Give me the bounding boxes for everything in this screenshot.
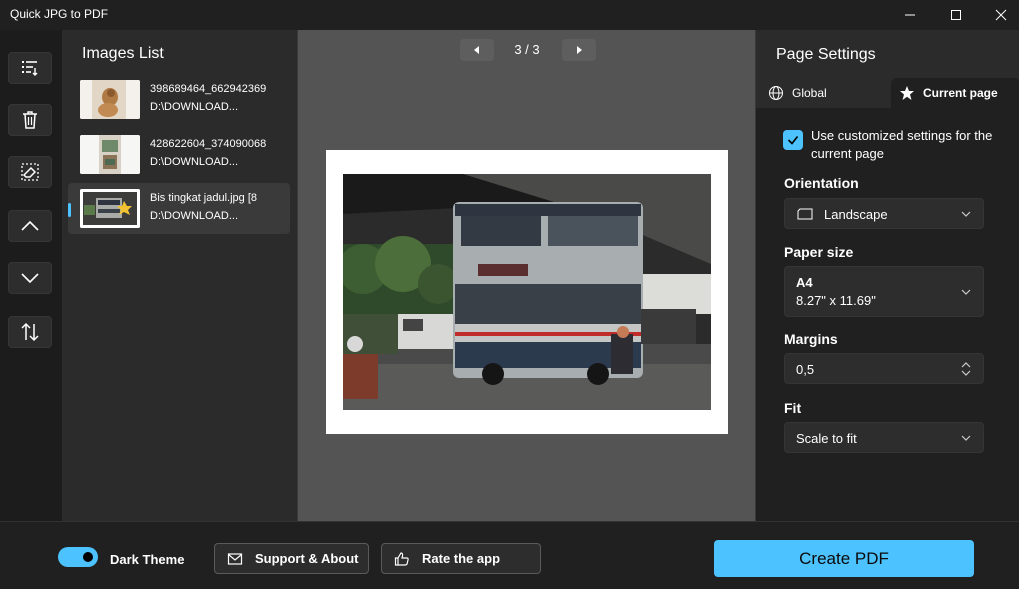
fit-value: Scale to fit [796, 431, 857, 446]
move-up-button[interactable] [8, 210, 52, 242]
checkmark-icon [787, 136, 799, 145]
next-icon [577, 46, 582, 54]
sort-button[interactable] [8, 316, 52, 348]
delete-icon [23, 111, 37, 129]
rate-app-button[interactable]: Rate the app [381, 543, 541, 574]
custom-settings-checkbox[interactable] [783, 130, 803, 150]
paper-size-dimensions: 8.27" x 11.69" [796, 293, 876, 308]
create-pdf-button[interactable]: Create PDF [714, 540, 974, 577]
image-name: Bis tingkat jadul.jpg [8 [150, 192, 258, 204]
paper-size-value: A4 [796, 275, 813, 290]
fit-label: Fit [784, 400, 802, 416]
sort-icon [21, 322, 39, 342]
list-options-button[interactable] [8, 52, 52, 84]
thumbs-up-icon [394, 551, 409, 566]
image-thumbnail [80, 135, 140, 174]
maximize-icon [951, 10, 961, 20]
selection-indicator [68, 203, 71, 217]
dark-theme-label: Dark Theme [110, 552, 185, 567]
images-list-panel: Images List 398689464_662942369 D:\DOWNL… [62, 30, 297, 521]
title-bar: Quick JPG to PDF [0, 0, 1019, 30]
bottom-bar: Dark Theme Support & About Rate the app … [0, 521, 1019, 589]
image-path: D:\DOWNLOAD... [150, 101, 239, 113]
tab-current-page[interactable]: Current page [891, 78, 1019, 108]
page-settings-panel: Page Settings Global Current page Use cu… [755, 30, 1019, 521]
dark-theme-toggle[interactable] [58, 547, 98, 567]
images-list-title: Images List [82, 45, 164, 62]
support-about-label: Support & About [255, 551, 359, 566]
orientation-value: Landscape [824, 207, 888, 222]
image-name: 428622604_374090068 [150, 138, 267, 150]
left-toolbar [0, 30, 62, 521]
image-preview [343, 174, 711, 410]
margins-input[interactable]: 0,5 [784, 353, 984, 384]
star-icon [900, 86, 914, 100]
tab-global[interactable]: Global [768, 78, 888, 108]
image-path: D:\DOWNLOAD... [150, 156, 239, 168]
list-item[interactable]: 428622604_374090068 D:\DOWNLOAD... [68, 129, 290, 180]
image-thumbnail [80, 80, 140, 119]
page-landscape-icon [797, 208, 813, 220]
settings-body: Use customized settings for the current … [756, 108, 1019, 521]
custom-settings-label: Use customized settings for the current … [811, 128, 993, 161]
tab-global-label: Global [792, 86, 827, 100]
image-path: D:\DOWNLOAD... [150, 210, 239, 222]
preview-area: 3 / 3 [297, 30, 755, 521]
close-button[interactable] [978, 0, 1019, 30]
mail-icon [227, 552, 243, 565]
up-down-icon [961, 361, 971, 376]
list-item-selected[interactable]: Bis tingkat jadul.jpg [8 D:\DOWNLOAD... [68, 183, 290, 234]
minimize-icon [905, 14, 915, 16]
image-name: 398689464_662942369 [150, 83, 267, 95]
paper-size-label: Paper size [784, 244, 854, 260]
move-up-icon [21, 220, 39, 231]
rate-app-label: Rate the app [422, 551, 501, 566]
orientation-label: Orientation [784, 175, 859, 191]
tab-current-page-label: Current page [923, 86, 998, 100]
list-item[interactable]: 398689464_662942369 D:\DOWNLOAD... [68, 74, 290, 125]
eraser-icon [21, 163, 39, 181]
support-about-button[interactable]: Support & About [214, 543, 369, 574]
move-down-button[interactable] [8, 262, 52, 294]
delete-button[interactable] [8, 104, 52, 136]
chevron-down-icon [961, 211, 971, 217]
previous-page-button[interactable] [460, 39, 494, 61]
list-options-icon [22, 61, 38, 76]
page-settings-title: Page Settings [776, 46, 876, 63]
window-title: Quick JPG to PDF [10, 7, 109, 21]
page-preview [326, 150, 728, 434]
next-page-button[interactable] [562, 39, 596, 61]
image-thumbnail [80, 189, 140, 228]
margins-label: Margins [784, 331, 838, 347]
margins-value: 0,5 [796, 362, 815, 377]
maximize-button[interactable] [933, 0, 979, 30]
move-down-icon [21, 273, 39, 284]
fit-dropdown[interactable]: Scale to fit [784, 422, 984, 453]
chevron-down-icon [961, 289, 971, 295]
globe-icon [769, 86, 783, 100]
orientation-dropdown[interactable]: Landscape [784, 198, 984, 229]
close-icon [995, 9, 1007, 21]
clear-button[interactable] [8, 156, 52, 188]
page-indicator: 3 / 3 [514, 42, 540, 57]
chevron-down-icon [961, 435, 971, 441]
previous-icon [474, 46, 479, 54]
minimize-button[interactable] [887, 0, 933, 30]
paper-size-dropdown[interactable]: A4 8.27" x 11.69" [784, 266, 984, 317]
toggle-knob [83, 552, 93, 562]
